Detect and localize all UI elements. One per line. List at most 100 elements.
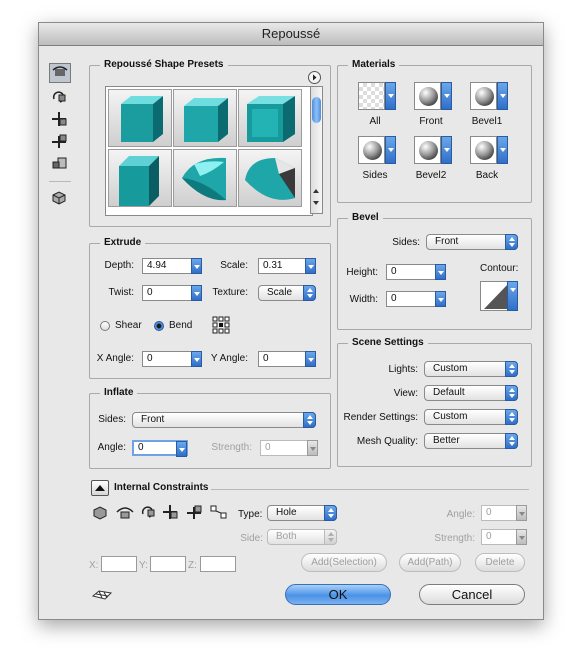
contour-label: Contour: [480, 263, 519, 274]
contour-dropdown-icon[interactable] [507, 281, 518, 311]
cancel-button[interactable]: Cancel [419, 584, 525, 605]
constraint-strength-field[interactable]: 0 [481, 529, 527, 545]
xangle-value: 0 [147, 353, 153, 364]
constraint-slide-icon[interactable] [185, 504, 203, 523]
mesh-quality-arrow-icon [505, 433, 518, 449]
mesh-quality-popup[interactable]: Better [424, 433, 518, 449]
view-arrow-icon [505, 385, 518, 401]
constraint-spin-icon[interactable] [139, 504, 157, 523]
side-popup[interactable]: Both [267, 529, 337, 545]
constraint-angle-dropdown-icon[interactable] [516, 505, 527, 521]
object-roll-icon[interactable] [49, 89, 69, 107]
lights-popup[interactable]: Custom [424, 361, 518, 377]
twist-field[interactable]: 0 [142, 285, 202, 301]
material-sides[interactable] [358, 136, 396, 166]
inflate-angle-dropdown-icon[interactable] [176, 441, 187, 457]
render-settings-value: Custom [433, 411, 468, 422]
preset-cube-inset[interactable] [238, 89, 302, 147]
preset-twist[interactable] [173, 149, 237, 207]
twist-value: 0 [147, 287, 153, 298]
shear-radio[interactable] [100, 321, 110, 331]
preset-scroll-thumb[interactable] [312, 97, 321, 123]
preset-bend[interactable] [238, 149, 302, 207]
bevel-sides-arrow-icon [505, 234, 518, 250]
texture-arrow-icon [303, 285, 316, 301]
depth-dropdown-icon[interactable] [191, 258, 202, 274]
depth-field[interactable]: 4.94 [142, 258, 202, 274]
material-all-label: All [369, 116, 381, 127]
constraint-pan-icon[interactable] [161, 504, 179, 523]
preset-box[interactable] [108, 149, 172, 207]
bevel-sides-popup[interactable]: Front [426, 234, 518, 250]
constraints-toggle[interactable] [91, 480, 109, 496]
width-label: Width: [349, 294, 378, 305]
scale-dropdown-icon[interactable] [305, 258, 316, 274]
constraint-scale-icon[interactable] [209, 504, 229, 523]
material-back[interactable] [470, 136, 508, 166]
object-pan-icon[interactable] [49, 111, 69, 129]
z-field[interactable] [200, 556, 236, 572]
extrude-title: Extrude [100, 237, 146, 248]
inflate-strength-dropdown-icon[interactable] [307, 440, 318, 456]
extrude-panel: Extrude Depth: 4.94 Scale: 0.31 Twist: 0… [89, 237, 331, 379]
object-slide-icon[interactable] [49, 133, 69, 151]
contour-picker[interactable] [480, 281, 518, 311]
add-selection-button[interactable]: Add(Selection) [301, 553, 387, 572]
material-sides-label: Sides [362, 170, 388, 181]
preset-cube-bevel[interactable] [173, 89, 237, 147]
add-path-button[interactable]: Add(Path) [399, 553, 461, 572]
yangle-dropdown-icon[interactable] [305, 351, 316, 367]
view-popup[interactable]: Default [424, 385, 518, 401]
object-rotate-icon[interactable] [49, 63, 71, 83]
x-label: X: [89, 560, 99, 571]
texture-label: Texture: [212, 287, 248, 298]
constraint-roll-icon[interactable] [115, 504, 135, 523]
x-field[interactable] [101, 556, 137, 572]
bend-radio[interactable] [154, 321, 164, 331]
twist-dropdown-icon[interactable] [191, 285, 202, 301]
texture-popup[interactable]: Scale [258, 285, 316, 301]
constraint-strength-dropdown-icon[interactable] [516, 529, 527, 545]
inflate-angle-field[interactable]: 0 [132, 440, 188, 457]
height-value: 0 [391, 266, 397, 277]
material-bevel1[interactable] [470, 82, 508, 112]
width-field[interactable]: 0 [386, 291, 446, 307]
inflate-strength-field[interactable]: 0 [260, 440, 318, 456]
scroll-down-icon[interactable] [313, 201, 319, 205]
render-settings-popup[interactable]: Custom [424, 409, 518, 425]
height-field[interactable]: 0 [386, 264, 446, 280]
right-arrow-icon[interactable] [308, 71, 321, 84]
preset-grid [105, 86, 313, 216]
y-label: Y: [139, 560, 148, 571]
inflate-sides-popup[interactable]: Front [132, 412, 316, 428]
constraints-title: Internal Constraints [114, 482, 209, 493]
reference-point-icon[interactable] [212, 316, 230, 334]
materials-panel: Materials All Front Bevel1 Sides Bevel2 … [337, 59, 532, 203]
material-front-label: Front [419, 116, 443, 127]
width-dropdown-icon[interactable] [435, 291, 446, 307]
preset-cube[interactable] [108, 89, 172, 147]
material-front[interactable] [414, 82, 452, 112]
delete-button[interactable]: Delete [475, 553, 525, 572]
side-value: Both [276, 531, 297, 542]
xangle-label: X Angle: [96, 353, 134, 364]
xangle-field[interactable]: 0 [142, 351, 202, 367]
camera-icon[interactable] [49, 189, 69, 207]
xangle-dropdown-icon[interactable] [191, 351, 202, 367]
bend-label[interactable]: Bend [169, 320, 192, 331]
mesh-preview-icon[interactable] [91, 588, 113, 605]
type-popup[interactable]: Hole [267, 505, 337, 521]
material-bevel2[interactable] [414, 136, 452, 166]
constraint-rotate-icon[interactable] [91, 504, 109, 523]
object-scale-icon[interactable] [49, 155, 69, 173]
material-all[interactable] [358, 82, 396, 112]
preset-scrollbar[interactable] [310, 86, 323, 214]
height-dropdown-icon[interactable] [435, 264, 446, 280]
shear-label[interactable]: Shear [115, 320, 142, 331]
scroll-up-icon[interactable] [313, 189, 319, 193]
yangle-field[interactable]: 0 [258, 351, 316, 367]
y-field[interactable] [150, 556, 186, 572]
constraint-angle-field[interactable]: 0 [481, 505, 527, 521]
ok-button[interactable]: OK [285, 584, 391, 605]
scale-field[interactable]: 0.31 [258, 258, 316, 274]
